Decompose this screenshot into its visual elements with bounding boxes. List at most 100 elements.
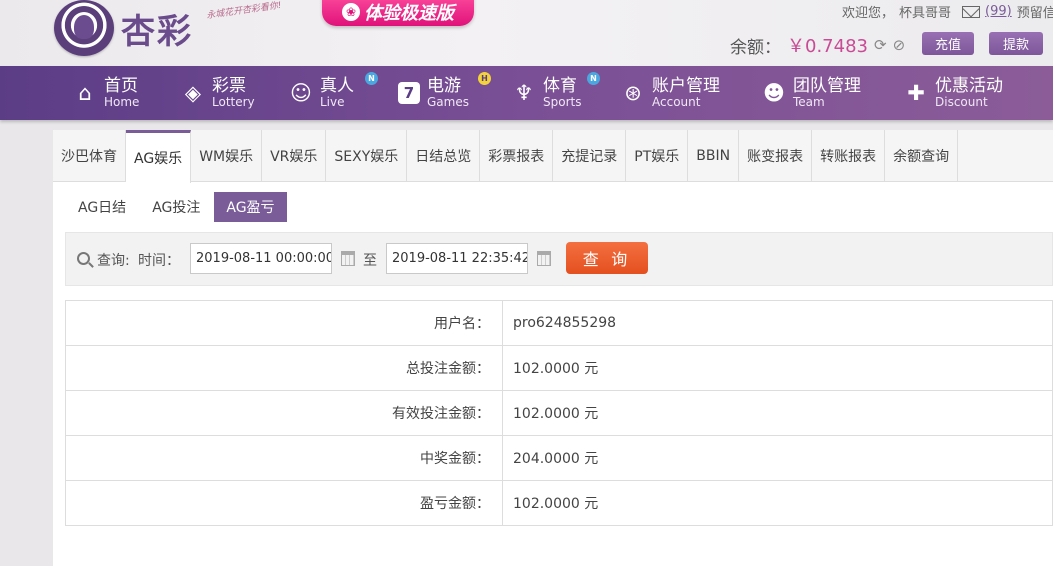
subtab-ag-profit[interactable]: AG盈亏 bbox=[214, 192, 287, 222]
nav-item-discount[interactable]: ✚ 优惠活动 Discount bbox=[904, 66, 1003, 120]
row-value: pro624855298 bbox=[502, 300, 1053, 346]
query-bar: 查询: 时间： 至 查 询 bbox=[65, 232, 1053, 286]
live-icon: ☺ bbox=[290, 81, 312, 105]
balance-value: ￥0.7483 bbox=[787, 36, 868, 57]
table-row: 中奖金额： 204.0000 元 bbox=[65, 435, 1053, 481]
nav-label-en: Sports bbox=[543, 94, 582, 109]
tab-deposit-withdraw[interactable]: 充提记录 bbox=[553, 130, 627, 182]
tab-ag[interactable]: AG娱乐 bbox=[126, 130, 192, 183]
table-row: 总投注金额： 102.0000 元 bbox=[65, 345, 1053, 391]
lottery-icon: ◈ bbox=[184, 81, 202, 105]
row-value: 204.0000 元 bbox=[502, 435, 1053, 481]
nav-label-en: Account bbox=[652, 94, 701, 109]
nav-label-zh: 首页 bbox=[104, 75, 138, 96]
tab-balance-query[interactable]: 余额查询 bbox=[885, 130, 959, 182]
welcome-text: 欢迎您， bbox=[842, 6, 895, 21]
home-icon: ⌂ bbox=[78, 81, 92, 105]
row-label: 盈亏金额： bbox=[65, 480, 503, 526]
welcome-bar: 欢迎您， 杯具哥哥 (99) 预留信 bbox=[842, 2, 1053, 21]
table-row: 有效投注金额： 102.0000 元 bbox=[65, 390, 1053, 436]
nav-item-sports[interactable]: ♆ 体育 Sports bbox=[512, 66, 582, 120]
search-icon bbox=[77, 252, 90, 265]
tab-vr[interactable]: VR娱乐 bbox=[262, 130, 327, 182]
row-value: 102.0000 元 bbox=[502, 480, 1053, 526]
nav-item-home[interactable]: ⌂ 首页 Home bbox=[73, 66, 139, 120]
nav-item-account[interactable]: ⊛ 账户管理 Account bbox=[621, 66, 720, 120]
hide-balance-icon[interactable]: ⊘ bbox=[893, 36, 906, 54]
row-label: 中奖金额： bbox=[65, 435, 503, 481]
logo-text[interactable]: 杏彩 bbox=[121, 4, 193, 53]
nav-item-team[interactable]: ☻ 团队管理 Team bbox=[762, 66, 861, 120]
nav-item-live[interactable]: ☺ 真人 Live bbox=[289, 66, 354, 120]
refresh-icon[interactable]: ⟳ bbox=[874, 36, 887, 54]
recharge-button[interactable]: 充值 bbox=[922, 32, 974, 55]
tab-bbin[interactable]: BBIN bbox=[688, 130, 740, 182]
start-time-input[interactable] bbox=[190, 243, 332, 274]
tab-shaba-sports[interactable]: 沙巴体育 bbox=[53, 130, 126, 182]
nav-label-zh: 真人 bbox=[320, 75, 354, 96]
row-label: 有效投注金额： bbox=[65, 390, 503, 436]
row-value: 102.0000 元 bbox=[502, 390, 1053, 436]
calendar-icon[interactable] bbox=[341, 251, 355, 266]
nav-label-en: Lottery bbox=[212, 94, 255, 109]
to-label: 至 bbox=[363, 253, 377, 269]
fast-version-button[interactable]: ❀ 体验极速版 bbox=[322, 0, 474, 26]
team-icon: ☻ bbox=[763, 81, 785, 105]
calendar-icon[interactable] bbox=[537, 251, 551, 266]
tab-daily-overview[interactable]: 日结总览 bbox=[407, 130, 481, 182]
table-row: 用户名： pro624855298 bbox=[65, 300, 1053, 346]
nav-label-en: Home bbox=[104, 94, 140, 109]
message-count-link[interactable]: (99) bbox=[985, 4, 1012, 19]
nav-label-zh: 体育 bbox=[543, 75, 577, 96]
nav-label-zh: 账户管理 bbox=[652, 75, 720, 96]
main-nav: ⌂ 首页 Home ◈ 彩票 Lottery ☺ 真人 Live N 7 电游 Game… bbox=[0, 66, 1053, 120]
row-label: 用户名： bbox=[65, 300, 503, 346]
subtab-ag-bets[interactable]: AG投注 bbox=[140, 192, 212, 222]
sub-tabs: AG日结 AG投注 AG盈亏 bbox=[66, 192, 287, 222]
gift-icon: ✚ bbox=[907, 81, 925, 105]
nav-label-en: Games bbox=[427, 94, 469, 109]
nav-label-en: Live bbox=[320, 94, 345, 109]
tab-account-change[interactable]: 账变报表 bbox=[739, 130, 813, 182]
balance-display: 余额： ￥0.7483 ⟳ ⊘ bbox=[730, 32, 905, 58]
query-button[interactable]: 查 询 bbox=[566, 242, 648, 274]
nav-item-games[interactable]: 7 电游 Games bbox=[398, 66, 469, 120]
hot-badge: H bbox=[478, 72, 491, 85]
tab-pt[interactable]: PT娱乐 bbox=[626, 130, 689, 182]
logo-slogan: 永城花开杏彩看你! bbox=[205, 0, 283, 22]
new-badge: N bbox=[587, 72, 600, 85]
nav-label-zh: 优惠活动 bbox=[935, 75, 1003, 96]
tab-sexy[interactable]: SEXY娱乐 bbox=[326, 130, 408, 182]
header: 杏彩 永城花开杏彩看你! ❀ 体验极速版 欢迎您， 杯具哥哥 (99) 预留信 … bbox=[0, 0, 1053, 66]
nav-label-en: Team bbox=[793, 94, 825, 109]
promo-label: 体验极速版 bbox=[364, 3, 454, 24]
username: 杯具哥哥 bbox=[899, 6, 952, 21]
balance-label: 余额： bbox=[730, 37, 781, 58]
withdraw-button[interactable]: 提款 bbox=[989, 32, 1043, 55]
tab-lottery-report[interactable]: 彩票报表 bbox=[480, 130, 554, 182]
new-badge: N bbox=[365, 72, 378, 85]
trophy-icon: ♆ bbox=[514, 81, 534, 105]
subtab-ag-daily[interactable]: AG日结 bbox=[66, 192, 138, 222]
promo-badge-icon: ❀ bbox=[342, 3, 360, 21]
query-label: 查询: bbox=[97, 253, 130, 269]
nav-label-zh: 电游 bbox=[427, 75, 461, 96]
row-value: 102.0000 元 bbox=[502, 345, 1053, 391]
tab-transfer-report[interactable]: 转账报表 bbox=[812, 130, 886, 182]
time-label: 时间： bbox=[138, 253, 180, 269]
reserve-info-link[interactable]: 预留信 bbox=[1017, 2, 1053, 21]
nav-label-zh: 彩票 bbox=[212, 75, 246, 96]
tab-wm[interactable]: WM娱乐 bbox=[191, 130, 263, 182]
logo-emblem-icon[interactable] bbox=[54, 0, 114, 56]
row-label: 总投注金额： bbox=[65, 345, 503, 391]
games-icon: 7 bbox=[398, 82, 420, 104]
end-time-input[interactable] bbox=[386, 243, 528, 274]
account-icon: ⊛ bbox=[624, 81, 642, 105]
nav-label-en: Discount bbox=[935, 94, 988, 109]
report-panel: 沙巴体育 AG娱乐 WM娱乐 VR娱乐 SEXY娱乐 日结总览 彩票报表 充提记… bbox=[53, 130, 1053, 566]
nav-label-zh: 团队管理 bbox=[793, 75, 861, 96]
report-tabs: 沙巴体育 AG娱乐 WM娱乐 VR娱乐 SEXY娱乐 日结总览 彩票报表 充提记… bbox=[53, 130, 1053, 183]
result-table: 用户名： pro624855298 总投注金额： 102.0000 元 有效投注… bbox=[65, 300, 1053, 526]
mail-icon[interactable] bbox=[962, 5, 981, 18]
nav-item-lottery[interactable]: ◈ 彩票 Lottery bbox=[181, 66, 255, 120]
